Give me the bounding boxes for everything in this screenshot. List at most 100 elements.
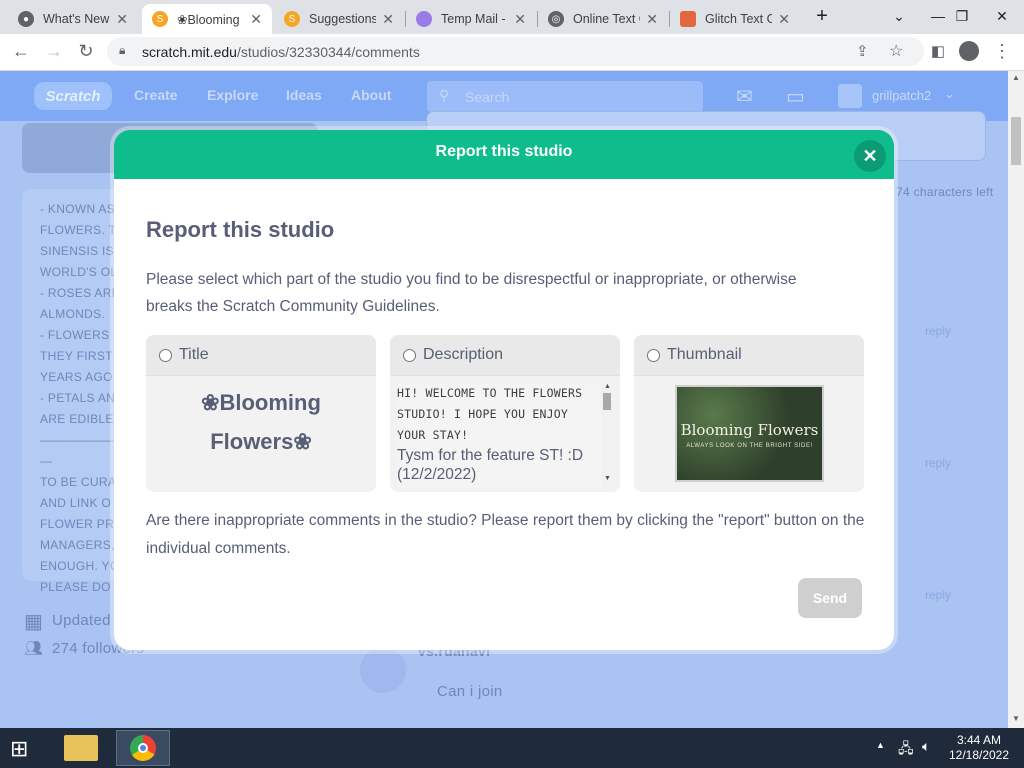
chrome-icon: ● bbox=[18, 11, 34, 27]
scratch-search-input[interactable]: ⚲ Search bbox=[427, 81, 703, 112]
close-icon[interactable]: ✕ bbox=[250, 11, 262, 28]
bookmark-star-icon[interactable]: ☆ bbox=[889, 41, 903, 61]
restore-icon[interactable]: ❐ bbox=[940, 0, 984, 32]
modal-description: Please select which part of the studio y… bbox=[146, 271, 797, 315]
report-option-thumbnail[interactable]: Thumbnail Blooming Flowers ALWAYS LOOK O… bbox=[634, 335, 864, 492]
glitch-icon bbox=[680, 11, 696, 27]
description-line: - ROSES ARE bbox=[40, 286, 120, 300]
nav-ideas[interactable]: Ideas bbox=[286, 87, 322, 103]
updated-text: Updated bbox=[52, 612, 111, 629]
studio-thumbnail-image: Blooming Flowers ALWAYS LOOK ON THE BRIG… bbox=[675, 385, 824, 482]
tab-title: What's New bbox=[43, 12, 110, 26]
modal-title: Report this studio bbox=[146, 217, 335, 242]
tab-title: Temp Mail - bbox=[441, 12, 506, 26]
followers-icon: 👥︎ bbox=[24, 640, 44, 657]
close-icon[interactable]: ✕ bbox=[646, 11, 658, 28]
description-line: MANAGERS, bbox=[40, 538, 115, 552]
page-scrollbar[interactable]: ▲ ▼ bbox=[1008, 71, 1024, 728]
tab-online-text[interactable]: ◎ Online Text G ✕ bbox=[538, 4, 668, 34]
tab-suggestions[interactable]: S Suggestions ✕ bbox=[274, 4, 404, 34]
reload-icon[interactable]: ↻ bbox=[72, 37, 100, 65]
nav-create[interactable]: Create bbox=[134, 87, 178, 103]
studio-description-preview[interactable]: HI! WELCOME TO THE FLOWERS STUDIO! I HOP… bbox=[397, 383, 607, 488]
description-line: ENOUGH. YO bbox=[40, 559, 120, 573]
browser-tab-strip: ● What's New ✕ S ❀Blooming ✕ S Suggestio… bbox=[0, 0, 1024, 34]
report-option-title[interactable]: Title ❀Blooming Flowers❀ bbox=[146, 335, 376, 492]
profile-icon[interactable] bbox=[955, 37, 983, 65]
scratch-logo[interactable]: Scratch bbox=[34, 82, 112, 110]
tab-title: ❀Blooming bbox=[177, 12, 240, 27]
clock[interactable]: 3:44 AM 12/18/2022 bbox=[944, 733, 1014, 763]
url-text: scratch.mit.edu/studios/32330344/comment… bbox=[142, 44, 420, 60]
close-icon[interactable]: ✕ bbox=[514, 11, 526, 28]
report-option-description[interactable]: Description HI! WELCOME TO THE FLOWERS S… bbox=[390, 335, 620, 492]
description-radio[interactable] bbox=[403, 349, 416, 362]
description-scrollbar[interactable]: ▲ ▼ bbox=[601, 383, 613, 488]
thumbnail-radio[interactable] bbox=[647, 349, 660, 362]
address-bar[interactable]: 🔒︎ scratch.mit.edu/studios/32330344/comm… bbox=[107, 37, 924, 66]
tab-whats-new[interactable]: ● What's New ✕ bbox=[8, 4, 138, 34]
search-icon: ⚲ bbox=[439, 87, 450, 103]
title-radio[interactable] bbox=[159, 349, 172, 362]
description-line: ALMONDS. bbox=[40, 307, 106, 321]
description-line: THEY FIRST bbox=[40, 349, 113, 363]
nav-explore[interactable]: Explore bbox=[207, 87, 258, 103]
tray-expand-icon[interactable]: ▲ bbox=[876, 740, 885, 750]
tab-blooming[interactable]: S ❀Blooming ✕ bbox=[142, 4, 272, 34]
description-line: —————— bbox=[40, 433, 114, 447]
studio-title-preview: ❀Blooming Flowers❀ bbox=[201, 390, 321, 454]
chrome-taskbar-button[interactable] bbox=[116, 730, 170, 766]
description-line: WORLD'S OL bbox=[40, 265, 118, 279]
close-icon[interactable]: ✕ bbox=[382, 11, 394, 28]
modal-close-button[interactable]: ✕ bbox=[854, 140, 886, 172]
reply-link[interactable]: reply bbox=[925, 324, 951, 338]
reply-link[interactable]: reply bbox=[925, 588, 951, 602]
thumbnail-option-label: Thumbnail bbox=[667, 346, 742, 363]
forward-icon[interactable]: → bbox=[40, 37, 68, 65]
close-icon[interactable]: ✕ bbox=[778, 11, 790, 28]
back-icon[interactable]: ← bbox=[7, 37, 35, 65]
chevron-down-icon[interactable]: ⌄ bbox=[944, 86, 955, 102]
tab-title: Online Text G bbox=[573, 12, 640, 26]
avatar[interactable] bbox=[360, 647, 406, 693]
messages-icon[interactable]: ✉ bbox=[736, 84, 753, 109]
description-line: PLEASE DO bbox=[40, 580, 111, 594]
description-line: — bbox=[40, 454, 53, 468]
description-line: TO BE CURA bbox=[40, 475, 117, 489]
scratch-icon: S bbox=[152, 11, 168, 27]
globe-icon: ◎ bbox=[548, 11, 564, 27]
description-line: YEARS AGO bbox=[40, 370, 113, 384]
comments-report-note: Are there inappropriate comments in the … bbox=[146, 512, 865, 557]
description-line: FLOWERS. T bbox=[40, 223, 117, 237]
file-explorer-icon[interactable] bbox=[64, 735, 98, 761]
tab-temp-mail[interactable]: Temp Mail - ✕ bbox=[406, 4, 536, 34]
windows-start-icon[interactable]: ⊞ bbox=[10, 736, 28, 762]
scratch-icon: S bbox=[284, 11, 300, 27]
calendar-icon: ▦ bbox=[24, 611, 43, 633]
menu-icon[interactable]: ⋮ bbox=[988, 37, 1016, 65]
reply-link[interactable]: reply bbox=[925, 456, 951, 470]
network-icon[interactable]: 🖧︎ bbox=[898, 738, 914, 762]
send-button[interactable]: Send bbox=[798, 578, 862, 618]
description-line: - PETALS AN bbox=[40, 391, 116, 405]
window-close-icon[interactable]: ✕ bbox=[980, 0, 1024, 32]
tab-search-icon[interactable]: ⌄ bbox=[877, 0, 921, 32]
tab-title: Glitch Text G bbox=[705, 12, 773, 26]
temp-mail-icon bbox=[416, 11, 432, 27]
tab-glitch-text[interactable]: Glitch Text G ✕ bbox=[670, 4, 800, 34]
my-stuff-icon[interactable]: ▭ bbox=[786, 84, 805, 109]
browser-toolbar: ← → ↻ 🔒︎ scratch.mit.edu/studios/3233034… bbox=[0, 34, 1024, 71]
description-line: - KNOWN AS bbox=[40, 202, 116, 216]
side-panel-icon[interactable]: ◧ bbox=[924, 37, 952, 65]
description-line: FLOWER PRO bbox=[40, 517, 124, 531]
title-option-label: Title bbox=[179, 346, 209, 363]
avatar[interactable] bbox=[838, 84, 862, 108]
username[interactable]: grillpatch2 bbox=[872, 88, 931, 103]
nav-about[interactable]: About bbox=[351, 87, 391, 103]
close-icon[interactable]: ✕ bbox=[116, 11, 128, 28]
new-tab-button[interactable]: + bbox=[800, 0, 844, 32]
scrollbar-thumb[interactable] bbox=[1011, 117, 1021, 165]
description-line: AND LINK O bbox=[40, 496, 112, 510]
volume-icon[interactable]: 🔈︎ bbox=[922, 738, 930, 755]
share-icon[interactable]: ⇪ bbox=[856, 42, 869, 60]
